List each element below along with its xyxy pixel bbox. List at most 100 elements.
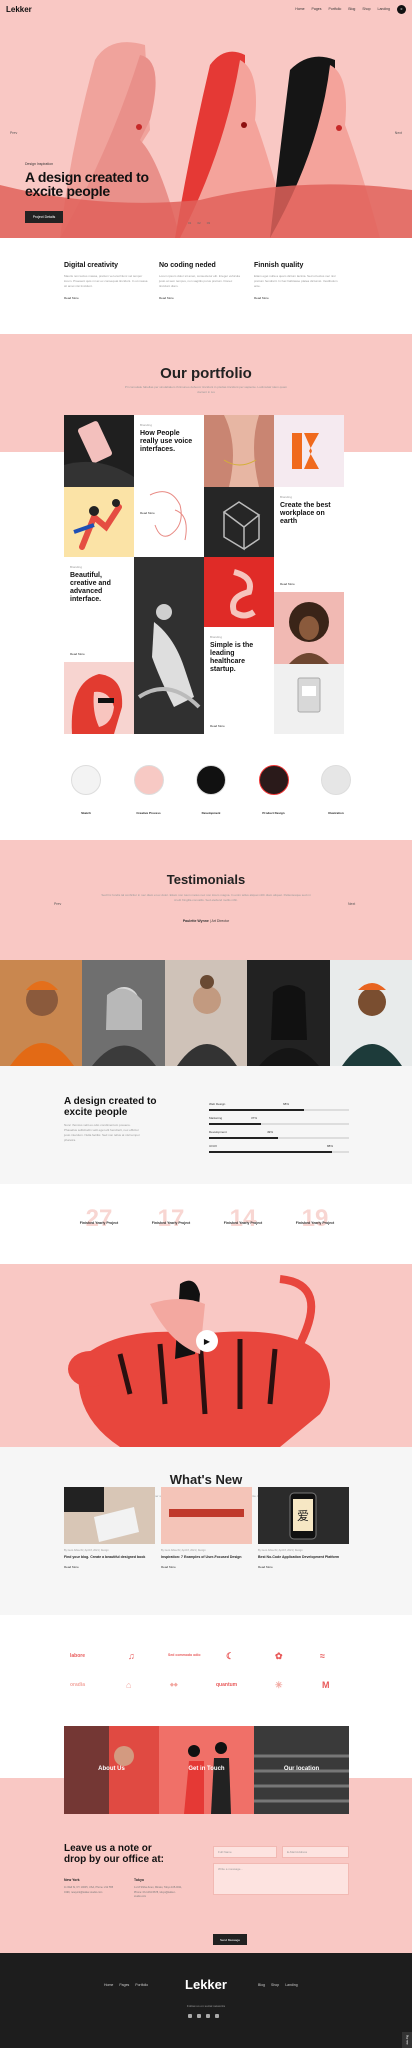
post-title[interactable]: Inspiration: 7 Examples of User-Focused … — [161, 1555, 252, 1560]
client-logo: quantum — [216, 1682, 238, 1688]
skill-percent: 37% — [250, 1116, 257, 1120]
creative-process-icon — [133, 765, 164, 795]
read-more-link[interactable]: Read More — [161, 1565, 252, 1569]
testimonials-title: Testimonials — [166, 872, 246, 887]
portfolio-item-snake[interactable] — [204, 557, 274, 627]
nav-landing[interactable]: Landing — [378, 7, 390, 11]
client-logo: ✿ — [275, 1651, 283, 1661]
dribbble-icon[interactable] — [215, 2014, 219, 2018]
send-message-button[interactable]: Send Message — [213, 1934, 247, 1945]
office-tokyo: Tokyo 4-2-8 Shiba-Koen, Minato, Tokyo 105… — [134, 1868, 184, 1900]
nav-links: Home Pages Portfolio Blog Shop Landing 0 — [295, 4, 406, 14]
counter-number: 14 — [229, 1205, 257, 1232]
news-post[interactable]: By Gero Albrecht | April 8, 2021 | Desig… — [161, 1487, 252, 1569]
read-more-link[interactable]: Read More — [254, 296, 339, 300]
nav-blog[interactable]: Blog — [348, 7, 355, 11]
read-more-link[interactable]: Read More — [258, 1565, 349, 1569]
twitter-icon[interactable] — [197, 2014, 201, 2018]
name-field[interactable]: Full Name — [213, 1846, 277, 1858]
portfolio-item-neck[interactable] — [204, 415, 274, 487]
read-more-link[interactable]: Read More — [280, 582, 295, 586]
testimonial-prev-arrow[interactable]: Prev — [54, 902, 61, 906]
read-more-link[interactable]: Read More — [64, 1565, 155, 1569]
portfolio-item-girl[interactable] — [64, 662, 134, 734]
portfolio-item-phone[interactable] — [64, 415, 134, 487]
footer-link-landing[interactable]: Landing — [285, 1983, 297, 1987]
logo[interactable]: Lekker — [6, 5, 32, 14]
slide-dot-2[interactable]: 02 — [197, 221, 200, 225]
news-title: What's New — [169, 1472, 243, 1487]
read-more-link[interactable]: Read More — [64, 296, 149, 300]
category-product-design[interactable]: Product Design — [254, 765, 294, 819]
client-logo: ◆◆ — [170, 1682, 178, 1688]
feature-title: Digital creativity — [64, 262, 119, 269]
category-creative-process[interactable]: Creative Process — [129, 765, 169, 819]
portfolio-item-afro[interactable] — [274, 592, 344, 664]
person-photo-1 — [0, 960, 83, 1066]
hero-next-arrow[interactable]: Next — [395, 131, 402, 135]
skill-percent: 49% — [266, 1130, 273, 1134]
slide-dot-1[interactable]: 01 — [188, 221, 191, 225]
client-logo: oradia — [70, 1682, 86, 1688]
category-illustration[interactable]: Illustration — [316, 765, 356, 819]
footer-link-shop[interactable]: Shop — [271, 1983, 279, 1987]
client-logo: ♫ — [128, 1651, 135, 1661]
hero-eyebrow: Design Inspiration — [25, 162, 54, 166]
testimonial-author: Paulette Wynne — [182, 919, 209, 923]
skill-fill — [209, 1137, 278, 1139]
nav-home[interactable]: Home — [295, 7, 304, 11]
news-post[interactable]: 爱 By Gero Albrecht | April 8, 2021 | Des… — [258, 1487, 349, 1569]
skill-label: Development — [209, 1130, 227, 1134]
instagram-icon[interactable] — [206, 2014, 210, 2018]
cta-about-us[interactable]: About Us — [64, 1726, 159, 1814]
feature-text: Etiam eget nulla a quam dictum lacinia. … — [254, 274, 338, 288]
read-more-link[interactable]: Read More — [159, 296, 244, 300]
read-more-link[interactable]: Read More — [70, 652, 85, 656]
skills-title: A design created to excite people — [64, 1096, 157, 1118]
portfolio-item-dancers[interactable] — [64, 487, 134, 557]
message-field[interactable]: Write a message... — [213, 1863, 349, 1895]
portfolio-item-voice[interactable]: Branding How People really use voice int… — [134, 415, 204, 557]
email-field[interactable]: E-Mail Address — [282, 1846, 349, 1858]
news-post[interactable]: By Gero Albrecht | April 8, 2021 | Desig… — [64, 1487, 155, 1569]
portfolio-item-health[interactable]: Branding Simple is the leading healthcar… — [204, 627, 274, 734]
post-title[interactable]: Best No-Code Application Development Pla… — [258, 1555, 349, 1560]
cta-our-location[interactable]: Our location — [254, 1726, 349, 1814]
hero-prev-arrow[interactable]: Prev — [10, 131, 17, 135]
portfolio-item-pack[interactable] — [274, 664, 344, 734]
portfolio-subtitle: Pri consulatu fabellas per sinulabalem t… — [124, 385, 288, 394]
footer-logo[interactable]: Lekker — [0, 1977, 412, 1992]
post-title[interactable]: Find your blog. Create a beautiful desig… — [64, 1555, 155, 1560]
cta-get-in-touch[interactable]: Get in Touch — [159, 1726, 254, 1814]
portfolio-item-workplace[interactable]: Branding Create the best workplace on ea… — [274, 487, 344, 592]
testimonial-next-arrow[interactable]: Next — [348, 902, 355, 906]
sketch-icon — [71, 765, 101, 795]
nav-pages[interactable]: Pages — [312, 7, 322, 11]
slider-dots: 01 02 03 — [188, 221, 210, 225]
project-details-button[interactable]: Project Details — [25, 211, 63, 223]
buy-now-badge[interactable]: Buy now — [402, 2032, 412, 2048]
skill-bar-marketing: Marketing 37% — [209, 1116, 349, 1125]
portfolio-item-creative[interactable]: Branding Beautiful, creative and advance… — [64, 557, 134, 662]
category-development[interactable]: Development — [191, 765, 231, 819]
feature-title: No coding neded — [159, 262, 216, 269]
read-more-link[interactable]: Read More — [210, 724, 225, 728]
portfolio-item-dancer-bw[interactable] — [134, 557, 204, 734]
slide-dot-3[interactable]: 03 — [207, 221, 210, 225]
facebook-icon[interactable] — [188, 2014, 192, 2018]
counter: 27 Finished Yearly Project — [64, 1205, 134, 1233]
read-more-link[interactable]: Read More — [140, 511, 155, 515]
footer-link-blog[interactable]: Blog — [258, 1983, 265, 1987]
hero-illustration — [0, 42, 412, 238]
portfolio-item-cube[interactable] — [204, 487, 274, 557]
nav-portfolio[interactable]: Portfolio — [328, 7, 341, 11]
nav-shop[interactable]: Shop — [362, 7, 370, 11]
dancers-illustration — [64, 487, 134, 557]
office-address: 4-2-8 Shiba-Koen, Minato, Tokyo 105-0011… — [134, 1886, 183, 1898]
category-sketch[interactable]: Sketch — [66, 765, 106, 819]
cart-button[interactable]: 0 — [397, 4, 406, 14]
client-logo: ≈ — [320, 1651, 325, 1661]
play-button[interactable]: ▶ — [196, 1330, 218, 1352]
svg-text:爱: 爱 — [297, 1509, 309, 1523]
portfolio-item-k-logo[interactable] — [274, 415, 344, 487]
